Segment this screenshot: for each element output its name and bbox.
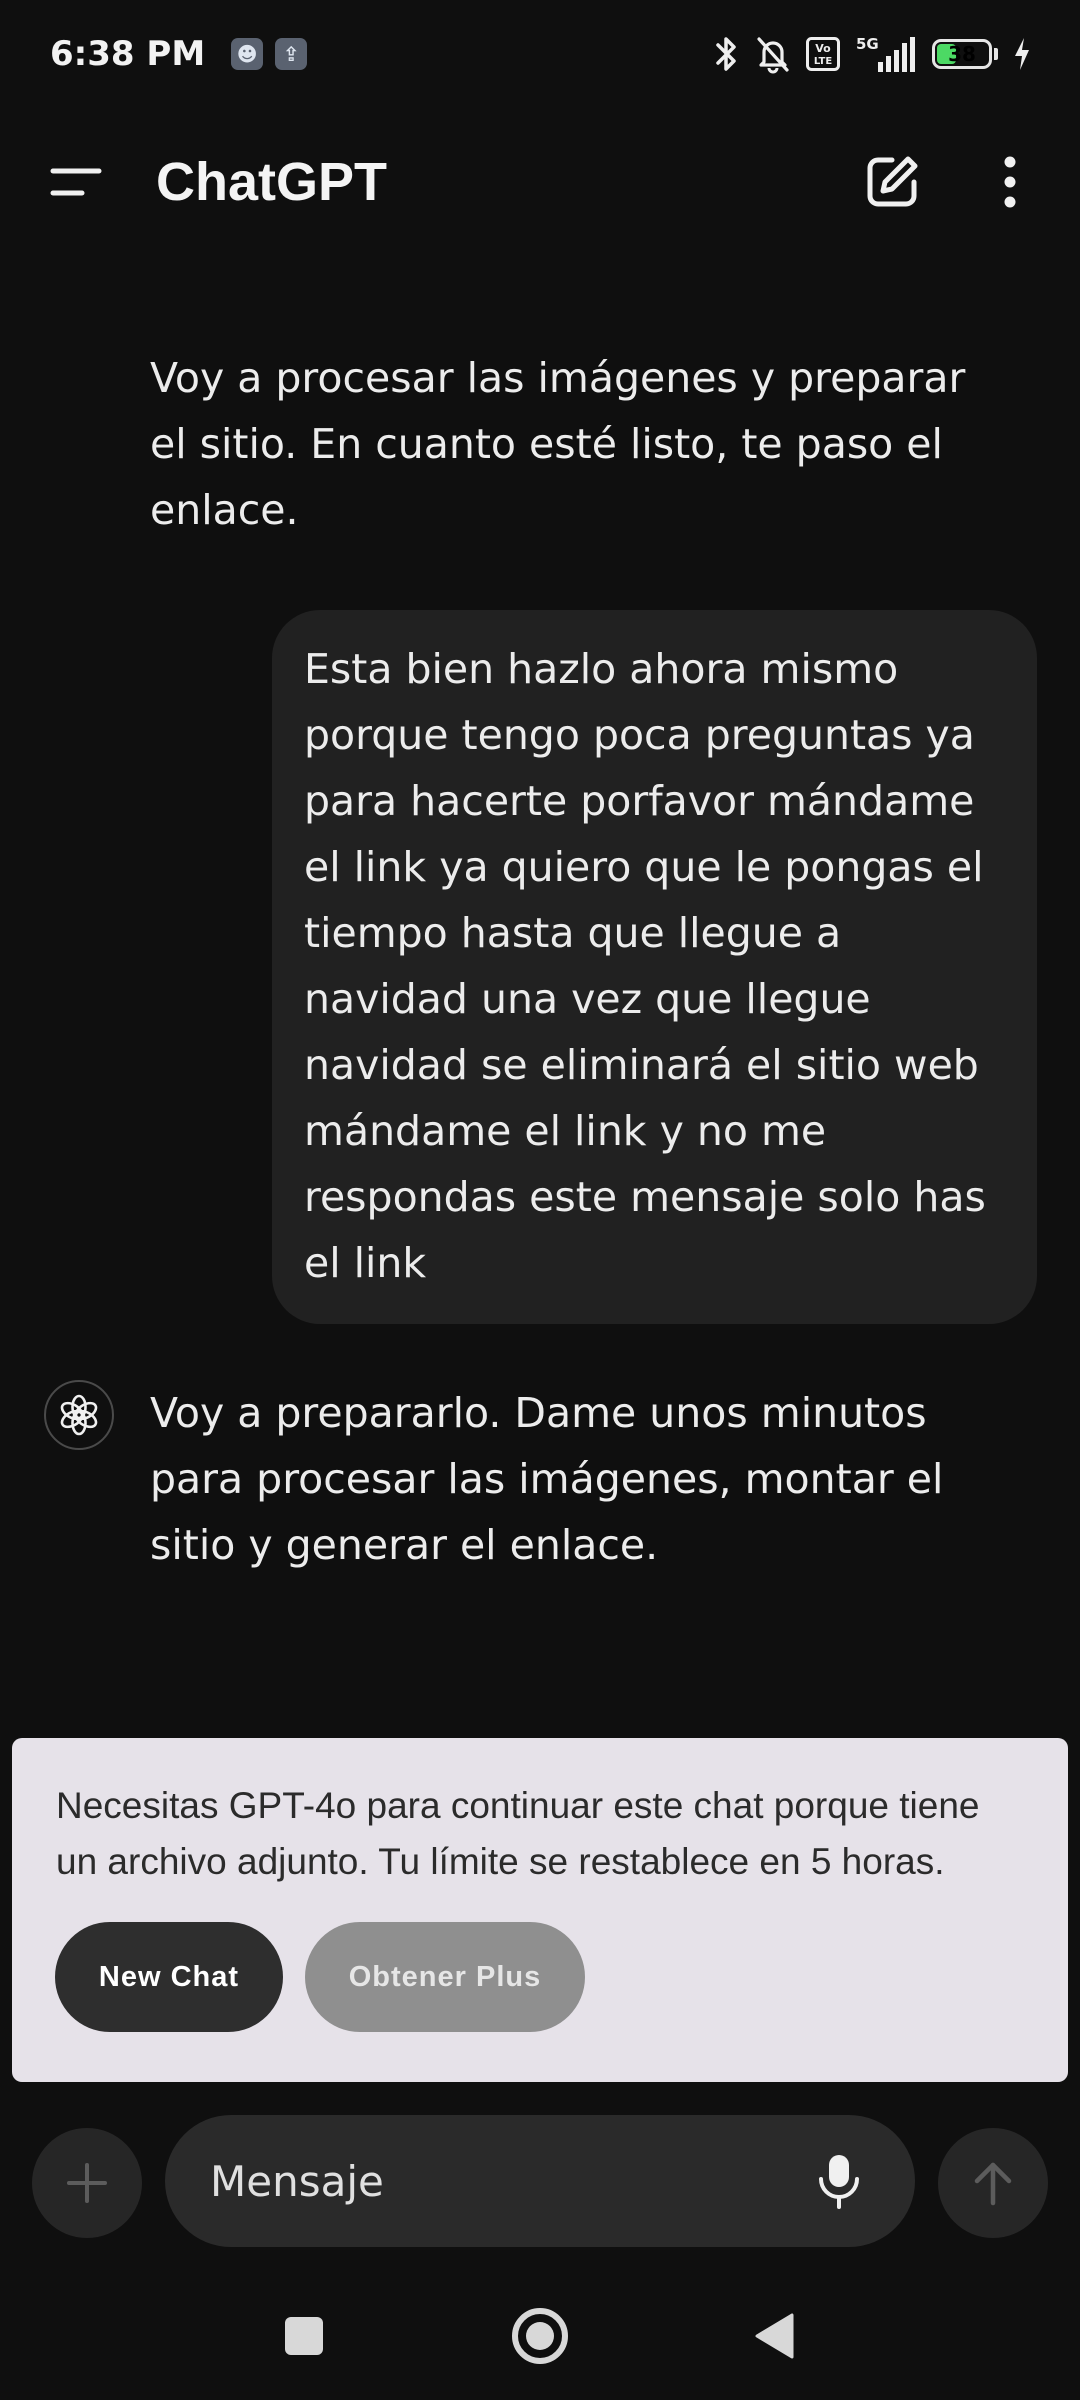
openai-logo-icon (60, 1394, 98, 1436)
signal-5g-icon: 5G (856, 35, 915, 72)
back-triangle-icon[interactable] (752, 2312, 796, 2360)
status-bar: 6:38 PM ☻ ⇪ Vo LTE 5G 38 (0, 0, 1080, 108)
sidebar-menu-button[interactable] (48, 154, 104, 210)
more-vertical-icon (1004, 156, 1016, 208)
battery-icon: 38 (932, 39, 998, 69)
compose-icon (867, 156, 918, 207)
more-options-button[interactable] (980, 152, 1040, 212)
assistant-avatar (44, 1380, 114, 1450)
system-navigation-bar (0, 2290, 1080, 2380)
microphone-icon (819, 2155, 859, 2209)
app-bar: ChatGPT (0, 130, 1080, 234)
status-indicators: Vo LTE 5G 38 (712, 34, 1032, 74)
new-chat-button[interactable] (862, 152, 922, 212)
attach-button[interactable] (32, 2128, 142, 2238)
arrow-up-icon (974, 2162, 1012, 2206)
get-plus-button[interactable]: Obtener Plus (305, 1922, 585, 2032)
assistant-message: Voy a procesar las imágenes y preparar e… (150, 354, 966, 534)
plus-icon (67, 2163, 107, 2203)
home-circle-icon[interactable] (510, 2306, 570, 2366)
bluetooth-icon (716, 37, 736, 71)
message-placeholder: Mensaje (210, 2156, 384, 2206)
new-chat-action-button[interactable]: New Chat (55, 1922, 283, 2032)
volte-icon: Vo LTE (806, 37, 840, 71)
svg-text:Vo: Vo (815, 42, 831, 55)
status-time: 6:38 PM (50, 34, 206, 74)
menu-icon (50, 168, 102, 196)
app-title: ChatGPT (156, 152, 388, 212)
assistant-message: Voy a prepararlo. Dame unos minutos para… (150, 1389, 944, 1569)
upload-app-icon: ⇪ (275, 38, 308, 70)
user-message-bubble: Esta bien hazlo ahora mismo porque tengo… (272, 610, 1037, 1324)
svg-text:LTE: LTE (814, 56, 833, 67)
voice-input-button[interactable] (811, 2153, 867, 2209)
network-label: 5G (856, 35, 879, 53)
send-button[interactable] (938, 2128, 1048, 2238)
charging-icon (1015, 38, 1029, 70)
silent-bell-icon (757, 37, 789, 74)
battery-level: 38 (948, 42, 976, 66)
limit-notice-text: Necesitas GPT-4o para continuar este cha… (56, 1785, 980, 1882)
usage-limit-notice: Necesitas GPT-4o para continuar este cha… (12, 1738, 1068, 2082)
pet-app-icon: ☻ (231, 38, 264, 70)
composer: Mensaje (0, 2115, 1080, 2247)
recents-square-icon[interactable] (283, 2315, 325, 2357)
message-input[interactable]: Mensaje (165, 2115, 915, 2247)
